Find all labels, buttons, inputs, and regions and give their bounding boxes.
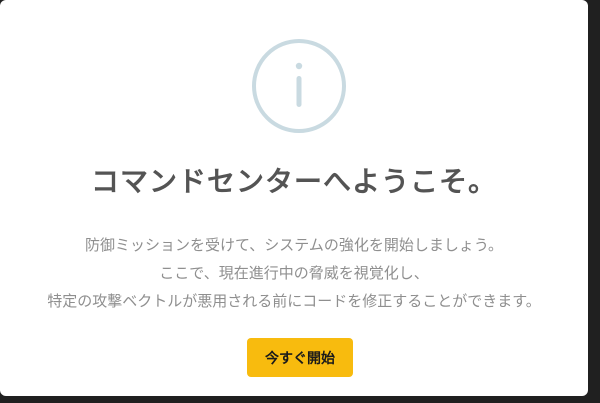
message-line: ここで、現在進行中の脅威を視覚化し、 xyxy=(159,264,429,282)
message-line: 防御ミッションを受けて、システムの強化を開始しましょう。 xyxy=(85,236,503,254)
dialog-message: 防御ミッションを受けて、システムの強化を開始しましょう。 ここで、現在進行中の脅… xyxy=(0,231,588,315)
info-icon xyxy=(252,39,346,133)
start-now-button[interactable]: 今すぐ開始 xyxy=(247,338,353,377)
message-line: 特定の攻撃ベクトルが悪用される前にコードを修正することができます。 xyxy=(47,292,541,310)
dialog-title: コマンドセンターへようこそ。 xyxy=(90,165,497,198)
welcome-dialog: コマンドセンターへようこそ。 防御ミッションを受けて、システムの強化を開始しまし… xyxy=(0,0,588,396)
